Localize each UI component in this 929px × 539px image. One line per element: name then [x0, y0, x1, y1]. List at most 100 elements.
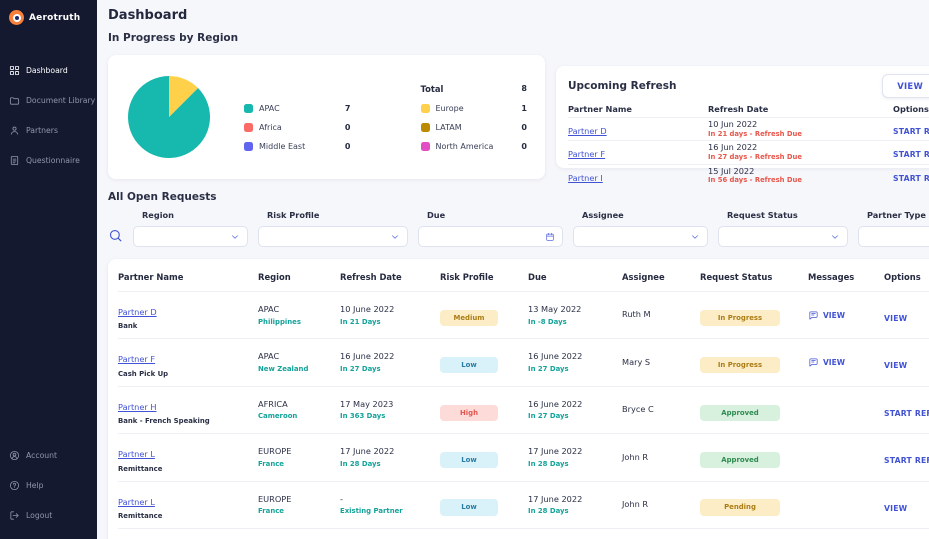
legend-total-value: 8 — [521, 84, 527, 93]
partner-link[interactable]: Partner D — [118, 307, 157, 317]
filter-risk-profile: Risk Profile — [258, 210, 408, 247]
sidebar-item-account[interactable]: Account — [0, 442, 97, 469]
sidebar-item-help[interactable]: Help — [0, 472, 97, 499]
country: Cameroon — [258, 412, 340, 420]
legend-swatch — [421, 142, 430, 151]
legend-item-africa: Africa 0 — [244, 123, 351, 132]
dashboard-icon — [9, 65, 20, 76]
region: EUROPE — [258, 495, 340, 505]
filter-label: Partner Type — [867, 210, 929, 220]
partner-link[interactable]: Partner F — [568, 149, 605, 159]
start-refresh-action[interactable]: START REFRESH — [893, 150, 929, 159]
refresh-note: In 363 Days — [340, 412, 440, 420]
requests-col-assignee: Assignee — [622, 263, 700, 291]
requests-col-messages: Messages — [808, 263, 884, 291]
status-badge: Approved — [700, 405, 780, 421]
legend-value: 0 — [345, 142, 351, 151]
filter-request-status: Request Status — [718, 210, 848, 247]
due-date: 17 June 2022 — [528, 495, 622, 505]
app: Aerotruth Dashboard Document Library Partn… — [0, 0, 929, 539]
sidebar-item-document-library[interactable]: Document Library — [0, 87, 97, 114]
options-action[interactable]: VIEW — [884, 504, 907, 513]
page-title: Dashboard — [108, 8, 929, 23]
options-action[interactable]: START REFRESH — [884, 409, 929, 418]
requests-col-region: Region — [258, 263, 340, 291]
region: APAC — [258, 352, 340, 362]
legend-label: APAC — [259, 104, 280, 113]
select-input[interactable] — [718, 226, 848, 247]
refresh-row: Partner F16 Jun 2022In 27 days - Refresh… — [568, 140, 929, 163]
filter-region: Region — [133, 210, 248, 247]
partner-link[interactable]: Partner L — [118, 497, 155, 507]
chevron-down-icon — [690, 232, 700, 242]
sidebar-item-questionnaire[interactable]: Questionnaire — [0, 147, 97, 174]
chevron-down-icon — [830, 232, 840, 242]
sidebar-item-logout[interactable]: Logout — [0, 502, 97, 529]
sidebar-footer: Account Help Logout — [0, 442, 97, 529]
sidebar-item-label: Questionnaire — [26, 156, 80, 165]
requests-card: Partner NameRegionRefresh DateRisk Profi… — [108, 259, 929, 539]
sidebar-item-label: Help — [26, 481, 44, 490]
search-icon[interactable] — [108, 228, 123, 243]
select-input[interactable] — [573, 226, 708, 247]
legend-label: Europe — [436, 104, 464, 113]
partner-link[interactable]: Partner I — [568, 173, 603, 183]
risk-badge: Low — [440, 499, 498, 515]
legend-swatch — [244, 142, 253, 151]
in-progress-card: Total8APAC7Europe1Africa0LATAM0Middle Ea… — [108, 55, 545, 179]
date-input[interactable] — [418, 226, 563, 247]
refresh-col-refresh-date: Refresh Date — [708, 100, 893, 117]
chat-icon — [808, 310, 819, 321]
refresh-date: - — [340, 495, 440, 505]
start-refresh-action[interactable]: START REFRESH — [893, 174, 929, 183]
legend-label: Africa — [259, 123, 282, 132]
partner-type: Bank - French Speaking — [118, 417, 258, 425]
partner-link[interactable]: Partner H — [118, 402, 157, 412]
sidebar-item-partners[interactable]: Partners — [0, 117, 97, 144]
calendar-icon — [545, 232, 555, 242]
legend-item-latam: LATAM0 — [421, 123, 528, 132]
legend-item-europe: Europe1 — [421, 104, 528, 113]
risk-badge: Low — [440, 452, 498, 468]
options-action[interactable]: START REFRESH — [884, 456, 929, 465]
risk-badge: High — [440, 405, 498, 421]
options-action[interactable]: VIEW — [884, 361, 907, 370]
view-all-button[interactable]: VIEW — [882, 74, 929, 98]
legend-label: Middle East — [259, 142, 305, 151]
risk-badge: Medium — [440, 310, 498, 326]
messages-view-link[interactable]: VIEW — [808, 357, 884, 368]
upcoming-refresh-card: Upcoming Refresh VIEW Partner NameRefres… — [556, 66, 929, 168]
region: APAC — [258, 305, 340, 315]
requests-col-partner-name: Partner Name — [118, 263, 258, 291]
assignee: Mary S — [622, 358, 700, 368]
filter-assignee: Assignee — [573, 210, 708, 247]
brand-name: Aerotruth — [29, 13, 80, 23]
requests-table-head: Partner NameRegionRefresh DateRisk Profi… — [118, 263, 929, 291]
partner-link[interactable]: Partner F — [118, 354, 155, 364]
start-refresh-action[interactable]: START REFRESH — [893, 127, 929, 136]
partner-type: Remittance — [118, 465, 258, 473]
table-row: Partner DBankAPACPhilippines10 June 2022… — [118, 291, 929, 338]
refresh-due-note: In 56 days - Refresh Due — [708, 177, 893, 185]
refresh-row: Partner I 15 Jul 2022In 56 days - Refresh… — [568, 164, 929, 187]
partner-link[interactable]: Partner D — [568, 126, 607, 136]
due-note: In 28 Days — [528, 507, 622, 515]
sidebar-item-dashboard[interactable]: Dashboard — [0, 57, 97, 84]
legend-swatch — [244, 104, 253, 113]
refresh-date: 15 Jul 2022 — [708, 167, 893, 176]
due-date: 13 May 2022 — [528, 305, 622, 315]
legend-value: 0 — [345, 123, 351, 132]
legend-total: Total8 — [421, 84, 528, 94]
select-input[interactable] — [133, 226, 248, 247]
select-input[interactable] — [258, 226, 408, 247]
filter-due: Due — [418, 210, 563, 247]
assignee: Bryce C — [622, 405, 700, 415]
refresh-date: 10 Jun 2022 — [708, 120, 893, 129]
partner-link[interactable]: Partner L — [118, 449, 155, 459]
country: France — [258, 460, 340, 468]
refresh-row: Partner D10 Jun 2022In 21 days - Refresh… — [568, 117, 929, 140]
legend-value: 0 — [521, 142, 527, 151]
messages-view-link[interactable]: VIEW — [808, 310, 884, 321]
options-action[interactable]: VIEW — [884, 314, 907, 323]
select-input[interactable] — [858, 226, 929, 247]
